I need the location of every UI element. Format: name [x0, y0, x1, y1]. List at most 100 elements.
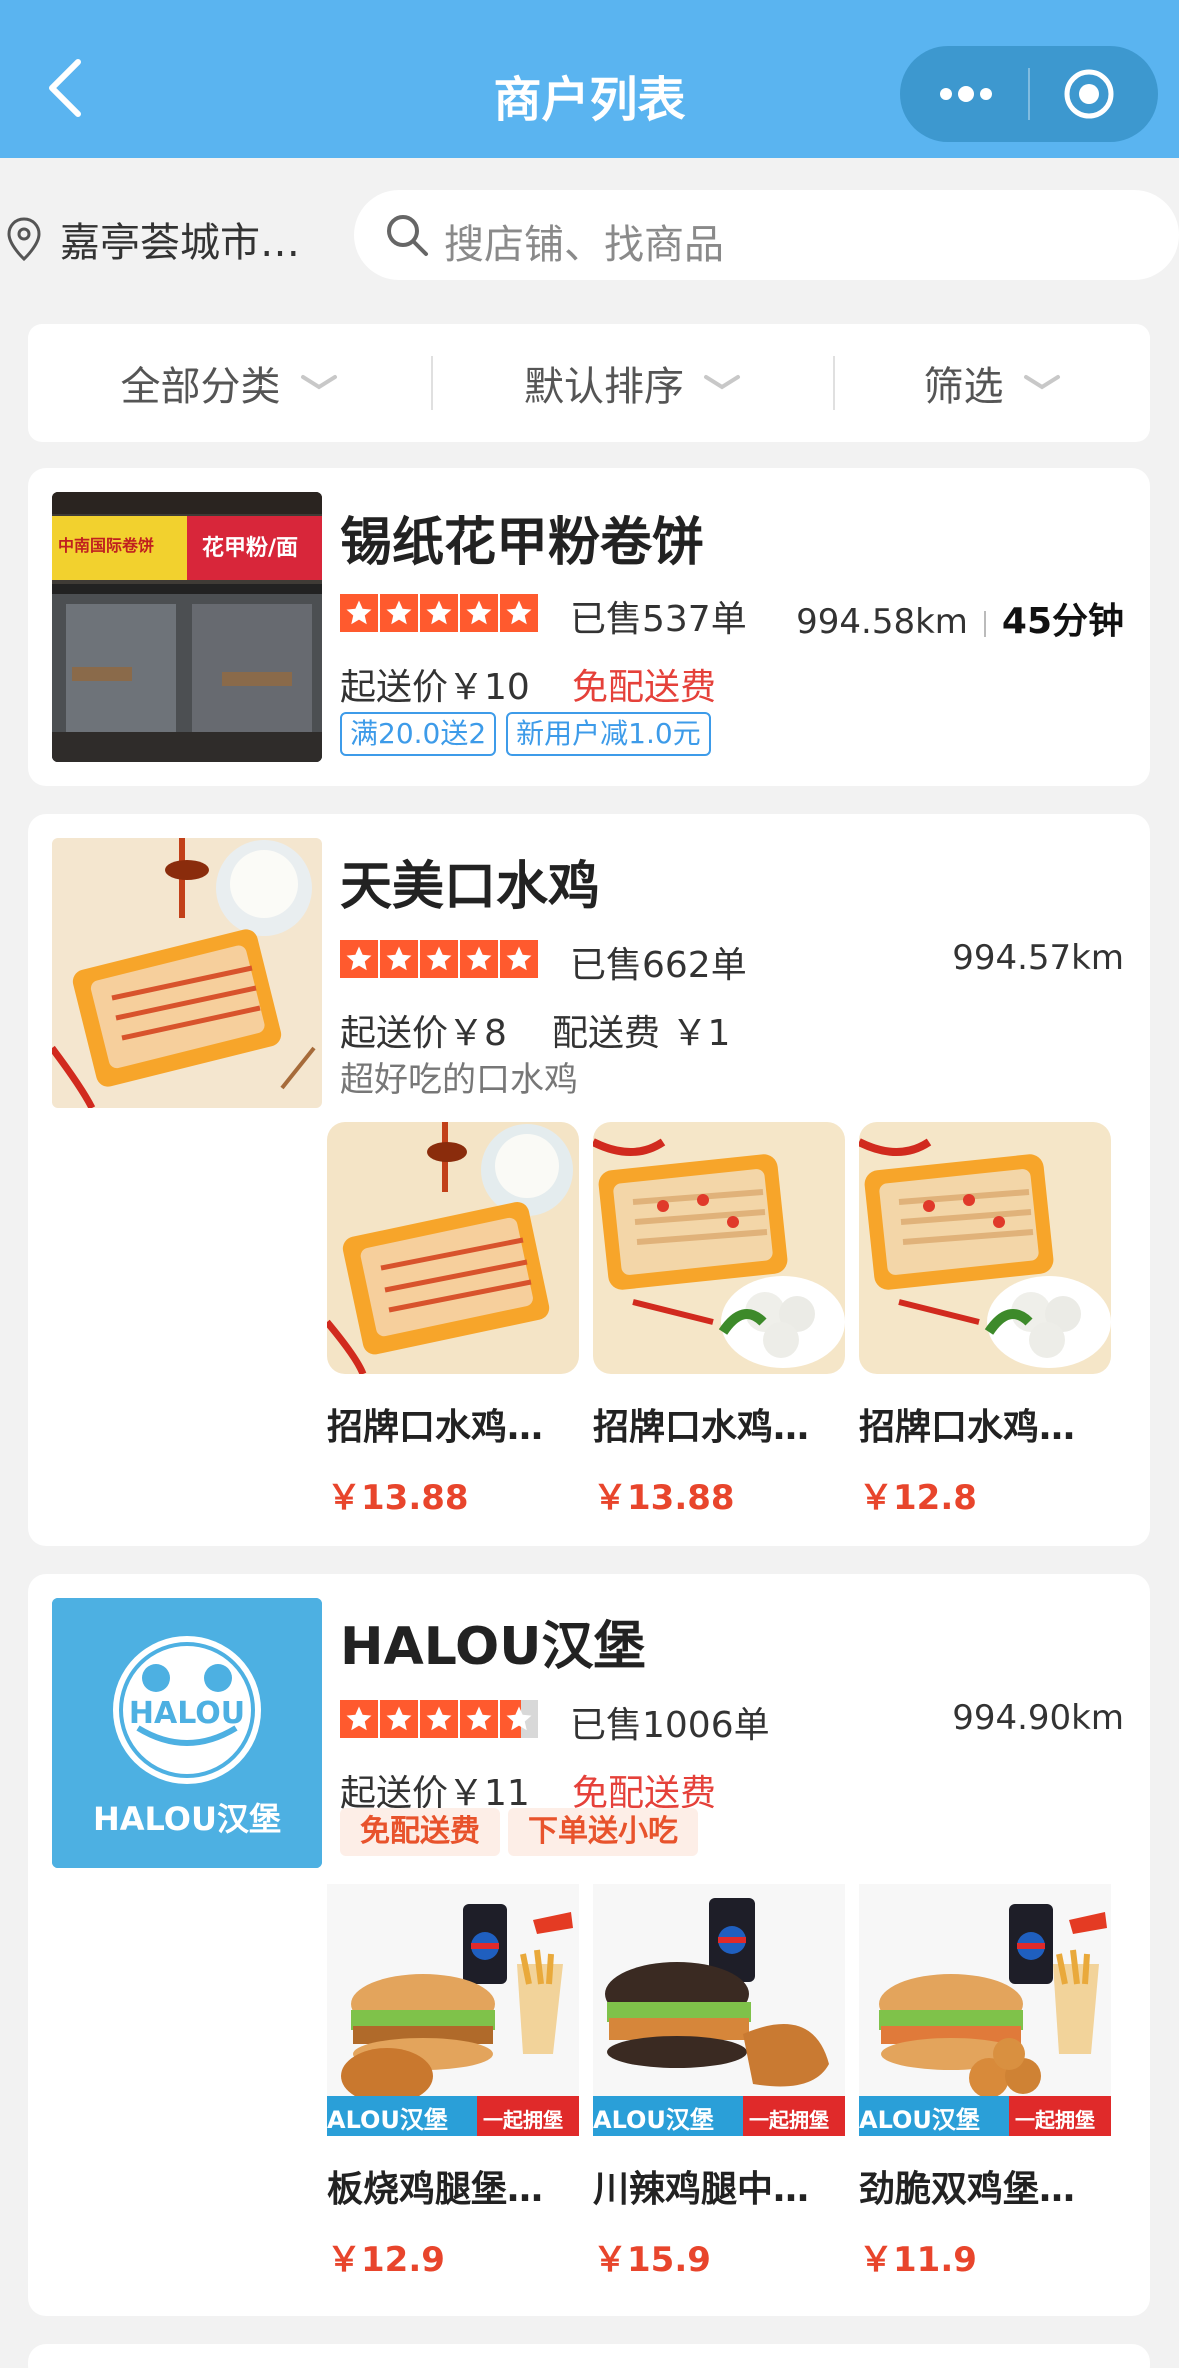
target-icon[interactable]	[1063, 68, 1115, 120]
goods-name: 招牌口水鸡…	[859, 1407, 1076, 1448]
divider	[983, 610, 986, 637]
logo-text: HALOU	[128, 1696, 246, 1731]
store-name: 天美口水鸡	[340, 857, 601, 917]
filter-screen[interactable]: 筛选	[835, 324, 1150, 442]
star-icon	[460, 594, 498, 632]
store-card[interactable]: 中南国际卷饼 花甲粉/面 锡纸花甲粉卷饼 已售537单 994.58km 45分钟…	[28, 468, 1150, 786]
store-card[interactable]	[28, 2344, 1150, 2368]
distance: 994.90km	[952, 1698, 1124, 1738]
filter-bar: 全部分类 默认排序 筛选	[28, 324, 1150, 442]
goods-image: ALOU汉堡 一起拥堡	[327, 1884, 579, 2136]
store-thumbnail: 中南国际卷饼 花甲粉/面	[52, 492, 322, 762]
location-text[interactable]: 嘉亭荟城市…	[60, 210, 300, 268]
sold-count: 已售1006单	[570, 1705, 770, 1746]
goods-list: ALOU汉堡 一起拥堡 板烧鸡腿堡… ￥12.9 ALOU汉堡 一起拥堡 川辣鸡…	[327, 1884, 1111, 2281]
star-icon	[500, 940, 538, 978]
promo-tag: 新用户减1.0元	[506, 712, 711, 756]
sold-count: 已售662单	[570, 945, 747, 986]
goods-image: ALOU汉堡 一起拥堡	[593, 1884, 845, 2136]
rating-stars	[340, 940, 538, 978]
goods-item[interactable]: ALOU汉堡 一起拥堡 板烧鸡腿堡… ￥12.9	[327, 1884, 579, 2281]
thumbnail-sign-right: 花甲粉/面	[202, 536, 299, 561]
search-input[interactable]: 搜店铺、找商品	[354, 190, 1179, 280]
goods-price: ￥11.9	[859, 2240, 977, 2280]
star-icon	[340, 1700, 378, 1738]
banner-text: ALOU汉堡	[593, 2106, 714, 2134]
location-search-bar: 嘉亭荟城市… 搜店铺、找商品	[0, 158, 1179, 308]
filter-category-label: 全部分类	[120, 364, 281, 410]
goods-name: 招牌口水鸡…	[593, 1407, 810, 1448]
goods-item[interactable]: 招牌口水鸡… ￥13.88	[327, 1122, 579, 1519]
search-icon	[387, 215, 428, 256]
sold-count: 已售537单	[570, 599, 747, 640]
min-order-price: 起送价￥10	[340, 667, 530, 708]
logo-caption: HALOU汉堡	[93, 1800, 281, 1838]
goods-item[interactable]: ALOU汉堡 一起拥堡 川辣鸡腿中… ￥15.9	[593, 1884, 845, 2281]
banner-text: 一起拥堡	[483, 2108, 563, 2132]
chevron-down-icon	[1023, 375, 1060, 390]
thumbnail-sign-left: 中南国际卷饼	[58, 536, 155, 555]
store-thumbnail	[52, 838, 322, 1108]
goods-list: 招牌口水鸡… ￥13.88 招牌口水鸡… ￥13.88 招牌口水鸡… ￥12.8	[327, 1122, 1111, 1519]
search-placeholder: 搜店铺、找商品	[444, 222, 724, 268]
goods-name: 劲脆双鸡堡…	[859, 2169, 1076, 2210]
distance: 994.58km	[796, 602, 968, 642]
promo-tag: 满20.0送2	[340, 712, 497, 756]
goods-item[interactable]: 招牌口水鸡… ￥13.88	[593, 1122, 845, 1519]
star-icon	[420, 1700, 458, 1738]
filter-screen-label: 筛选	[923, 364, 1004, 410]
delivery-fee: 免配送费	[572, 667, 717, 708]
star-icon	[340, 594, 378, 632]
star-icon	[420, 940, 458, 978]
distance: 994.57km	[952, 938, 1124, 978]
banner-text: 一起拥堡	[1015, 2108, 1095, 2132]
more-dots-icon[interactable]	[936, 76, 996, 112]
min-order-price: 起送价￥8	[340, 1013, 507, 1054]
store-thumbnail: HALOU HALOU汉堡	[52, 1598, 322, 1868]
star-icon	[380, 940, 418, 978]
goods-name: 招牌口水鸡…	[327, 1407, 544, 1448]
star-icon	[460, 940, 498, 978]
goods-image	[593, 1122, 845, 1374]
delivery-fee: 配送费 ￥1	[552, 1013, 731, 1054]
filter-category[interactable]: 全部分类	[28, 324, 431, 442]
store-name: HALOU汉堡	[340, 1617, 646, 1677]
capsule-divider	[1028, 68, 1030, 120]
rating-stars	[340, 1700, 538, 1738]
star-icon	[380, 1700, 418, 1738]
store-card[interactable]: HALOU HALOU汉堡 HALOU汉堡 已售1006单 994.90km 起…	[28, 1574, 1150, 2316]
star-icon	[420, 594, 458, 632]
goods-image: ALOU汉堡 一起拥堡	[859, 1884, 1111, 2136]
star-icon	[460, 1700, 498, 1738]
goods-price: ￥12.8	[859, 1478, 977, 1518]
banner-text: 一起拥堡	[749, 2108, 829, 2132]
star-icon	[340, 940, 378, 978]
goods-price: ￥12.9	[327, 2240, 445, 2280]
chevron-down-icon	[704, 375, 740, 390]
chevron-down-icon	[300, 375, 337, 390]
goods-price: ￥13.88	[327, 1478, 469, 1518]
banner-text: ALOU汉堡	[327, 2106, 448, 2134]
goods-item[interactable]: 招牌口水鸡… ￥12.8	[859, 1122, 1111, 1519]
store-name: 锡纸花甲粉卷饼	[340, 513, 705, 573]
store-card[interactable]: 天美口水鸡 已售662单 994.57km 起送价￥8 配送费 ￥1 超好吃的口…	[28, 814, 1150, 1546]
goods-price: ￥13.88	[593, 1478, 735, 1518]
mini-program-capsule	[900, 46, 1158, 142]
banner-text: ALOU汉堡	[859, 2106, 980, 2134]
goods-item[interactable]: ALOU汉堡 一起拥堡 劲脆双鸡堡… ￥11.9	[859, 1884, 1111, 2281]
star-icon	[500, 594, 538, 632]
promo-tag: 下单送小吃	[508, 1808, 698, 1856]
goods-image	[327, 1122, 579, 1374]
location-pin-icon[interactable]	[6, 216, 42, 262]
goods-name: 板烧鸡腿堡…	[327, 2169, 544, 2210]
promo-tags: 免配送费 下单送小吃	[340, 1808, 698, 1856]
half-star-icon	[500, 1700, 538, 1738]
star-icon	[380, 594, 418, 632]
filter-sort[interactable]: 默认排序	[433, 324, 833, 442]
goods-name: 川辣鸡腿中…	[593, 2169, 810, 2210]
distance-time: 994.58km 45分钟	[796, 592, 1124, 644]
filter-sort-label: 默认排序	[524, 364, 684, 410]
top-nav-bar: 商户列表	[0, 0, 1179, 158]
delivery-time: 45分钟	[1001, 601, 1124, 642]
goods-image	[859, 1122, 1111, 1374]
